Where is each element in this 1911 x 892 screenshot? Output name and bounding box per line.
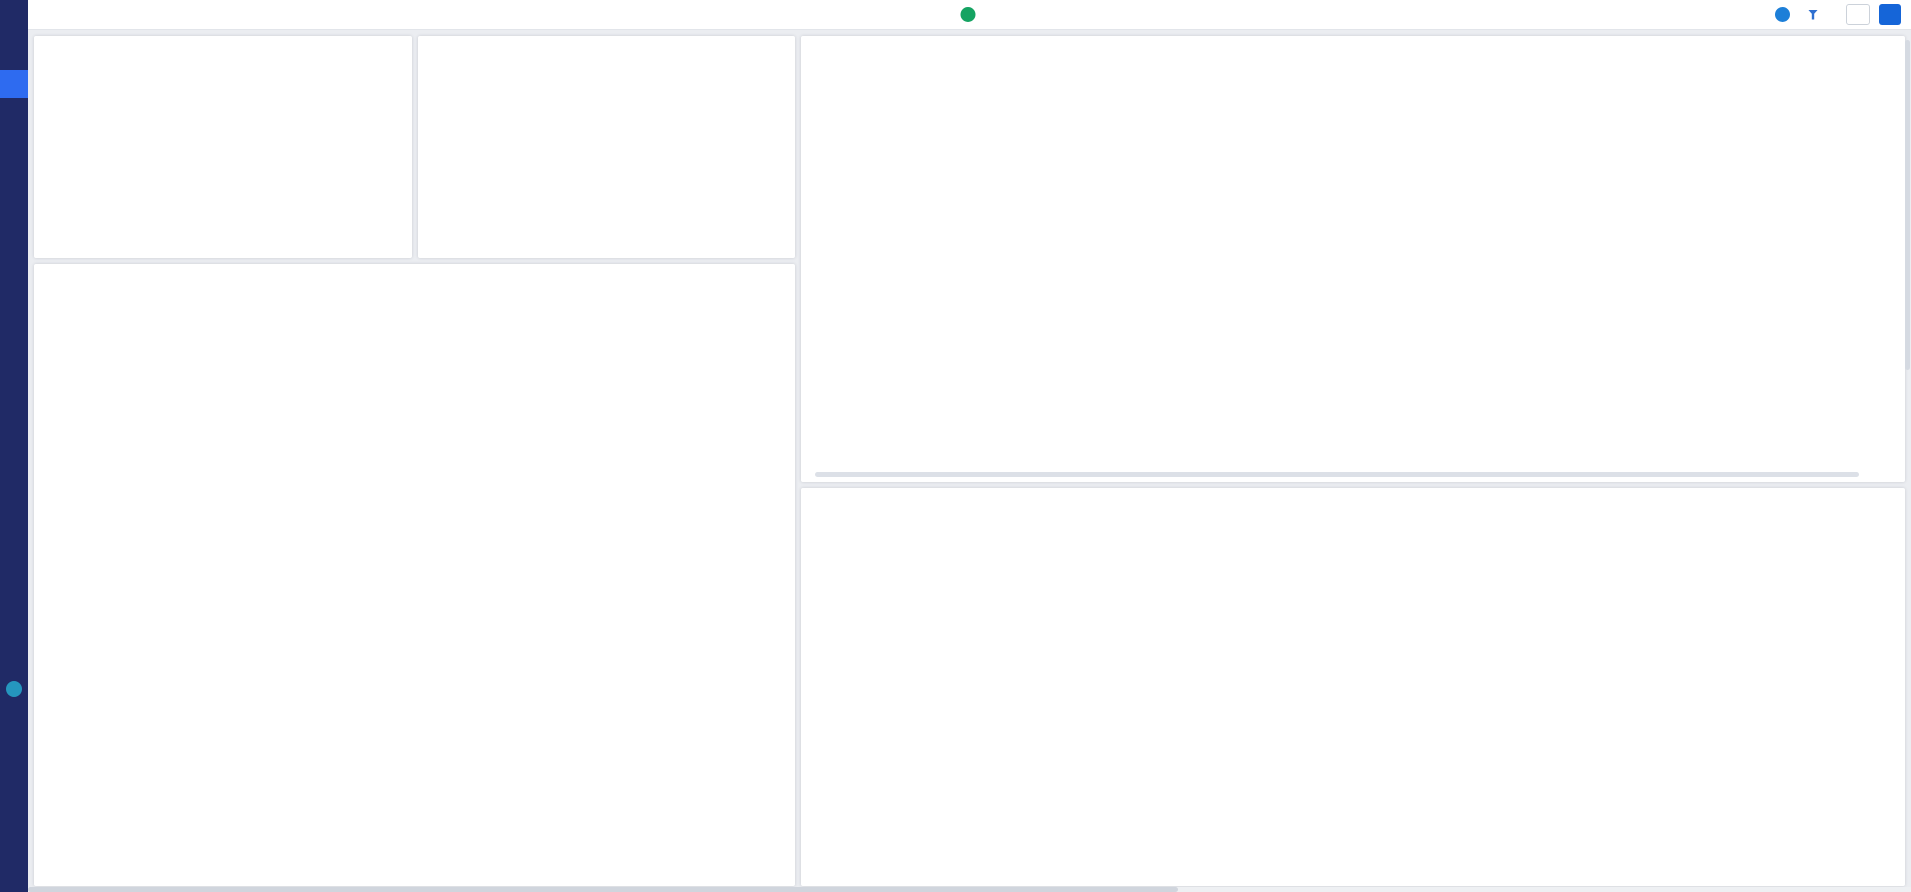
sidebar-bottom xyxy=(0,672,28,697)
bar-chart-card xyxy=(801,488,1905,886)
save-status xyxy=(960,7,979,22)
sidebar-item-settings[interactable] xyxy=(0,244,28,272)
dashboard xyxy=(28,30,1911,892)
card-scrollbar xyxy=(815,472,1891,477)
topbar xyxy=(28,0,1911,30)
topbar-actions xyxy=(1775,4,1901,25)
left-column xyxy=(34,36,795,886)
sidebar-item-presentation[interactable] xyxy=(0,99,28,127)
kpi-card-volume xyxy=(418,36,796,258)
chart-button[interactable] xyxy=(1846,4,1870,25)
line-chart-legend xyxy=(46,861,783,881)
horizontal-scrollbar xyxy=(28,887,1911,892)
sidebar xyxy=(0,0,28,892)
horizontal-scrollbar-thumb[interactable] xyxy=(28,887,1178,892)
kpi-previous-year xyxy=(430,234,433,246)
sidebar-nav xyxy=(0,11,28,272)
bar-chart-legend xyxy=(813,861,1893,881)
sidebar-item-copy[interactable] xyxy=(0,128,28,156)
kpi-card-revenue xyxy=(34,36,412,258)
sidebar-avatar[interactable] xyxy=(6,681,22,697)
sidebar-item-hierarchy[interactable] xyxy=(0,41,28,69)
kpi-row xyxy=(34,36,795,258)
line-chart-card xyxy=(34,264,795,886)
card-scrollbar-thumb[interactable] xyxy=(815,472,1859,477)
waterfall-chart[interactable] xyxy=(813,49,1893,470)
waterfall-chart-card xyxy=(801,36,1905,482)
line-chart[interactable] xyxy=(46,277,783,861)
sidebar-item-workspace[interactable] xyxy=(0,12,28,40)
sidebar-item-share[interactable] xyxy=(0,186,28,214)
vertical-scrollbar[interactable] xyxy=(1905,40,1910,370)
sidebar-item-play[interactable] xyxy=(0,70,28,98)
check-circle-icon[interactable] xyxy=(960,7,975,22)
scenario-manager-button[interactable] xyxy=(1879,4,1901,25)
bar-chart[interactable] xyxy=(813,501,1893,861)
right-column xyxy=(801,36,1905,886)
kpi-previous-year xyxy=(46,234,49,246)
user-avatar[interactable] xyxy=(1775,7,1790,22)
topbar-left xyxy=(37,13,49,17)
filter-icon[interactable] xyxy=(1808,10,1818,20)
sidebar-item-table[interactable] xyxy=(0,215,28,243)
sidebar-item-models[interactable] xyxy=(0,157,28,185)
